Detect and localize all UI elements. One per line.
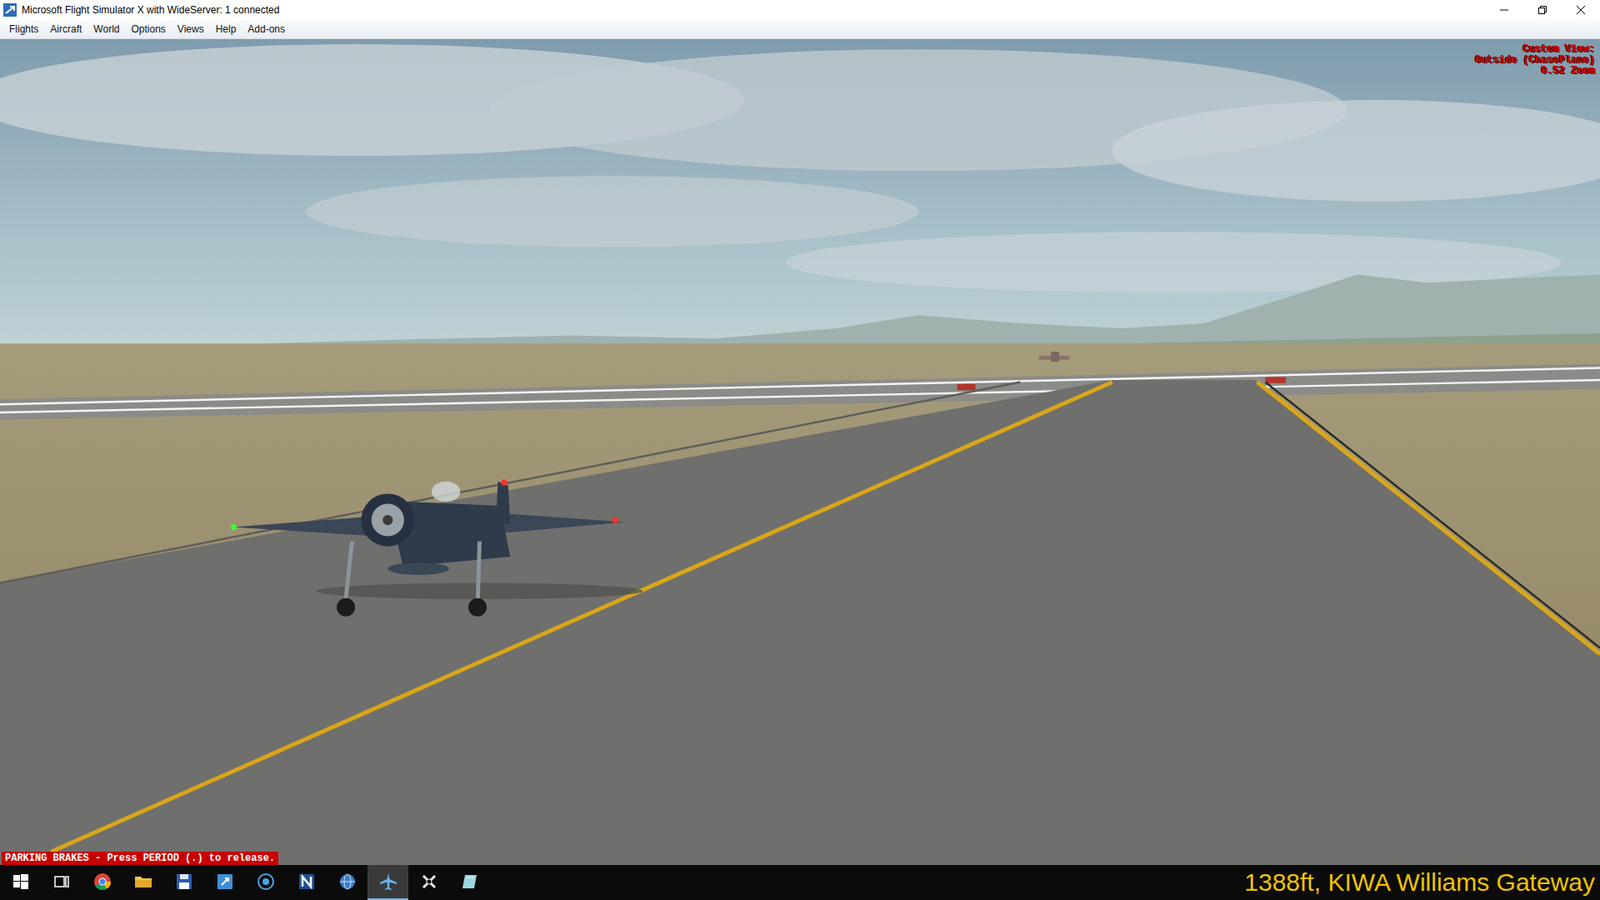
window-title: Microsoft Flight Simulator X with WideSe… [21,4,1485,16]
restore-icon [1538,5,1547,15]
taskbar-item[interactable] [326,865,368,900]
chrome-icon [92,871,113,892]
taskbar-item[interactable] [40,865,82,900]
view-info: Custom View:Outside (ChasePlane)0.52 Zoo… [1475,44,1595,77]
taskbar-item[interactable] [81,865,123,900]
menu-item[interactable]: Flights [5,21,43,37]
task-view-icon [51,871,72,892]
menu-bar: FlightsAircraftWorldOptionsViewsHelpAdd-… [0,20,1600,40]
game-view[interactable]: Custom View:Outside (ChasePlane)0.52 Zoo… [0,39,1600,865]
globe-icon [337,871,358,892]
runway [0,364,1600,420]
title-bar[interactable]: Microsoft Flight Simulator X with WideSe… [0,0,1600,20]
taskbar-item[interactable] [163,865,205,900]
menu-item[interactable]: Add-ons [243,21,290,37]
simulator-scene[interactable] [0,39,1600,865]
taskbar-item[interactable] [408,865,450,900]
window-controls [1485,0,1600,20]
close-button[interactable] [1561,0,1600,20]
remote-icon [255,871,276,892]
tablet-icon [460,871,480,892]
distant-aircraft [1039,351,1070,362]
view-info-line: Custom View: [1475,44,1595,55]
minimize-button[interactable] [1485,0,1524,20]
view-info-line: 0.52 Zoom [1475,65,1595,77]
app-icon [3,3,17,17]
ground [0,343,1600,865]
xplane-icon [419,871,440,892]
taskbar-item[interactable] [245,865,286,900]
menu-item[interactable]: Options [126,21,170,37]
fsx-screen: Microsoft Flight Simulator X with WideSe… [0,0,1600,900]
menu-item[interactable]: Help [211,21,241,37]
airplane-icon [378,871,399,892]
view-info-line: Outside (ChasePlane) [1475,55,1595,66]
menu-item[interactable]: Aircraft [45,21,86,37]
status-message: PARKING BRAKES - Press PERIOD (.) to rel… [1,851,279,865]
application-icon [215,871,235,892]
folder-icon [133,871,154,892]
minimize-icon [1500,5,1509,15]
floppy-icon [174,871,195,892]
taskbar-item[interactable] [367,865,409,900]
close-icon [1576,5,1585,15]
taskbar-item[interactable] [449,865,490,900]
taskbar-item[interactable] [285,865,327,900]
restore-button[interactable] [1523,0,1562,20]
aircraft [230,479,644,616]
menu-item[interactable]: World [89,21,124,37]
taskbar-item[interactable] [204,865,245,900]
taskbar-item[interactable] [0,865,41,900]
taxiway [0,380,1600,865]
windows-icon [10,871,31,892]
taskbar-item[interactable] [122,865,164,900]
menu-item[interactable]: Views [173,21,209,37]
notes-icon [296,871,317,892]
location-readout: 1388ft, KIWA Williams Gateway [1244,868,1595,897]
